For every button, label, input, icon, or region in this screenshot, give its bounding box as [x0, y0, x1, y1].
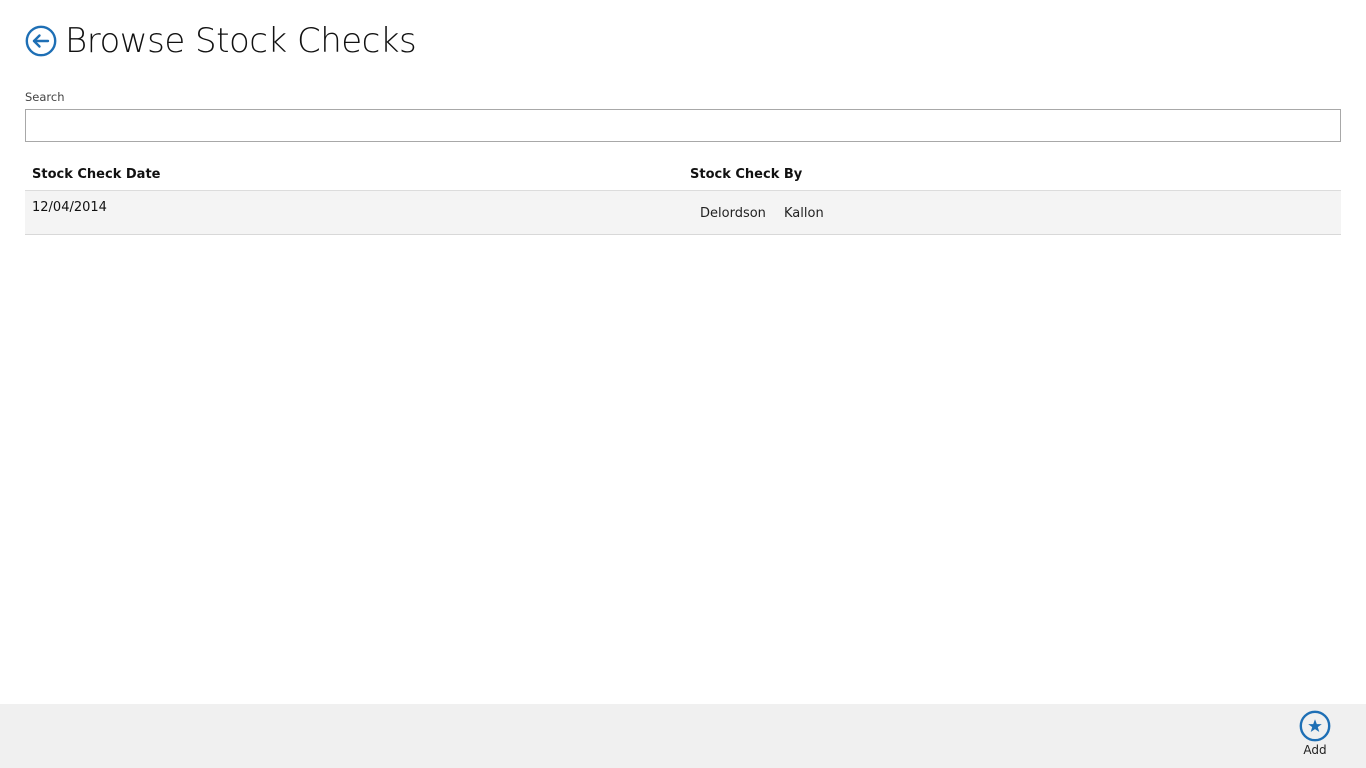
browse-stock-checks-page: Browse Stock Checks Search Stock Check D… — [0, 0, 1366, 768]
back-button[interactable] — [25, 25, 57, 57]
page-title: Browse Stock Checks — [65, 21, 417, 61]
column-header-stock-check-by[interactable]: Stock Check By — [690, 167, 802, 182]
back-arrow-icon — [25, 25, 57, 57]
checked-by-last-name: Kallon — [784, 206, 824, 221]
stock-check-date-cell: 12/04/2014 — [32, 200, 107, 215]
star-icon — [1299, 710, 1331, 742]
stock-checks-grid: Stock Check Date Stock Check By 12/04/20… — [25, 160, 1341, 235]
add-button-label: Add — [1303, 743, 1327, 757]
search-label: Search — [25, 90, 65, 104]
column-header-stock-check-date[interactable]: Stock Check Date — [32, 167, 160, 182]
app-bar: Add — [0, 704, 1366, 768]
search-input[interactable] — [25, 109, 1341, 142]
add-button[interactable]: Add — [1290, 710, 1340, 764]
table-row[interactable]: 12/04/2014 Delordson Kallon — [25, 191, 1341, 235]
checked-by-first-name: Delordson — [700, 206, 766, 221]
grid-header: Stock Check Date Stock Check By — [25, 160, 1341, 191]
